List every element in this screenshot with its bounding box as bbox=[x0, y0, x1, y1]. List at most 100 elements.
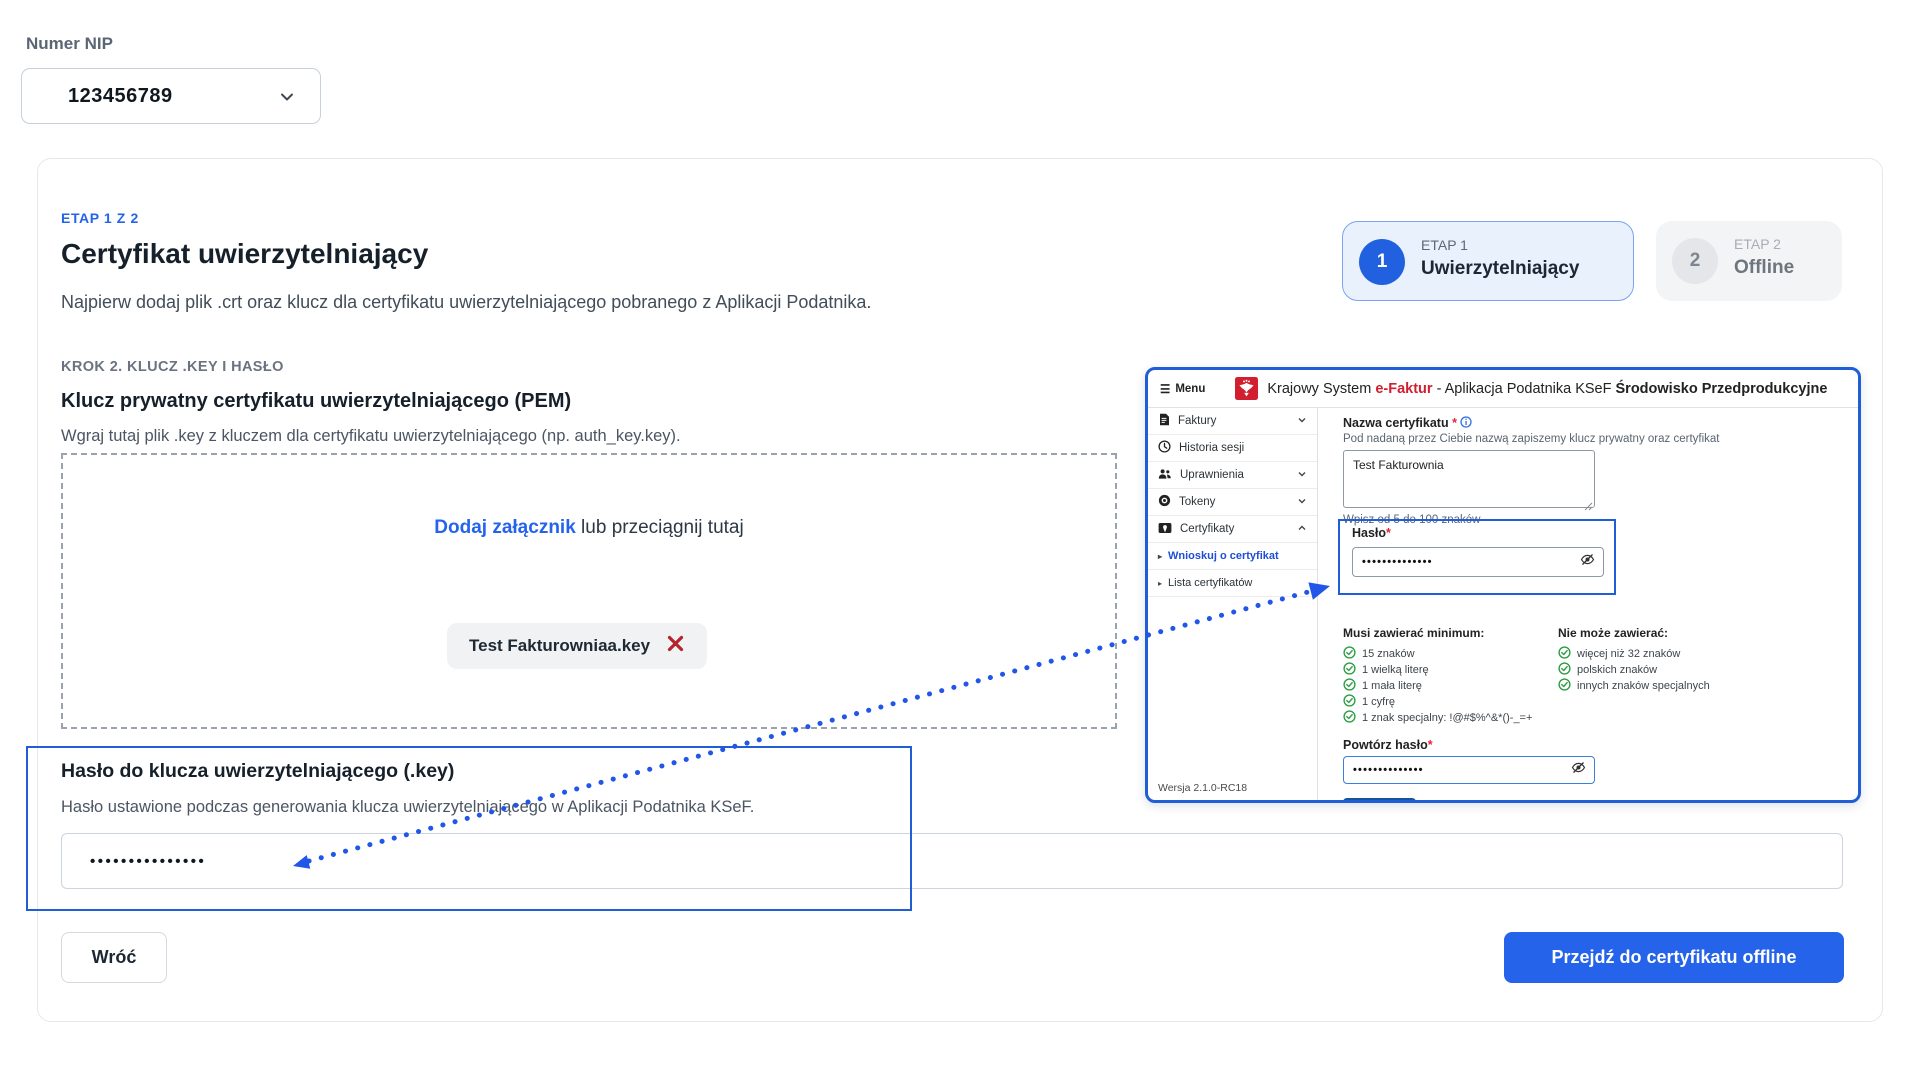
rule-text: innych znaków specjalnych bbox=[1577, 680, 1710, 692]
rule-text: 1 znak specjalny: !@#$%^&*()-_=+ bbox=[1362, 712, 1532, 724]
rule-item: 1 mała literę bbox=[1343, 678, 1532, 694]
remove-file-icon[interactable] bbox=[666, 634, 685, 658]
ksef-app-screenshot: ☰ Menu Krajowy System e-Faktur - Aplikac… bbox=[1145, 367, 1861, 803]
add-attachment-link[interactable]: Dodaj załącznik bbox=[434, 517, 576, 538]
step-2-label: Offline bbox=[1734, 257, 1794, 279]
rule-item: 15 znaków bbox=[1343, 646, 1532, 662]
rule-text: 1 mała literę bbox=[1362, 680, 1422, 692]
dropzone-text: Dodaj załącznik lub przeciągnij tutaj bbox=[63, 517, 1115, 539]
dropzone-rest-text: lub przeciągnij tutaj bbox=[576, 517, 744, 538]
certificate-name-textarea: Test Fakturownia bbox=[1343, 450, 1595, 508]
check-circle-icon bbox=[1343, 662, 1356, 678]
rule-item: polskich znaków bbox=[1558, 662, 1710, 678]
clock-icon bbox=[1158, 440, 1171, 456]
info-icon bbox=[1460, 416, 1472, 430]
password-section-title: Hasło do klucza uwierzytelniającego (.ke… bbox=[61, 760, 454, 783]
ksef-password-value: •••••••••••••• bbox=[1362, 556, 1433, 568]
step-1-label: Uwierzytelniający bbox=[1421, 258, 1579, 280]
password-section-hint: Hasło ustawione podczas generowania kluc… bbox=[61, 798, 754, 817]
chevron-down-icon bbox=[1297, 469, 1307, 482]
sidebar-label: Lista certyfikatów bbox=[1168, 577, 1252, 589]
sidebar-label: Tokeny bbox=[1179, 496, 1215, 508]
ksef-title-brand: e-Faktur bbox=[1375, 381, 1432, 397]
step-2-number: 2 bbox=[1672, 238, 1718, 284]
key-password-value: ••••••••••••••• bbox=[90, 853, 206, 870]
repeat-password-label: Powtórz hasło* bbox=[1343, 738, 1433, 752]
sidebar-label: Certyfikaty bbox=[1180, 523, 1234, 535]
rule-item: 1 cyfrę bbox=[1343, 694, 1532, 710]
chevron-down-icon bbox=[278, 88, 296, 111]
chevron-down-icon bbox=[1297, 496, 1307, 509]
key-password-input[interactable]: ••••••••••••••• bbox=[61, 833, 1843, 889]
password-label: Hasło* bbox=[1352, 526, 1391, 540]
nip-label: Numer NIP bbox=[26, 34, 113, 54]
back-button[interactable]: Wróć bbox=[61, 932, 167, 983]
document-icon bbox=[1158, 413, 1170, 429]
hamburger-menu-icon: ☰ bbox=[1160, 382, 1170, 396]
required-asterisk: * bbox=[1386, 526, 1391, 540]
sidebar-label: Uprawnienia bbox=[1180, 469, 1244, 481]
sidebar-item-wnioskuj-o-certyfikat: ▸ Wnioskuj o certyfikat bbox=[1148, 543, 1317, 570]
label-text: Powtórz hasło bbox=[1343, 738, 1428, 752]
check-circle-icon bbox=[1343, 678, 1356, 694]
sidebar-item-historia-sesji: Historia sesji bbox=[1148, 435, 1317, 462]
nip-select[interactable]: 123456789 bbox=[21, 68, 321, 124]
eye-off-icon bbox=[1580, 553, 1595, 571]
ksef-title-env: Środowisko Przedprodukcyjne bbox=[1616, 381, 1828, 397]
rule-item: 1 znak specjalny: !@#$%^&*()-_=+ bbox=[1343, 710, 1532, 726]
label-text: Hasło bbox=[1352, 526, 1386, 540]
sidebar-label: Faktury bbox=[1178, 415, 1216, 427]
generate-button: Generuj bbox=[1343, 798, 1416, 803]
check-circle-icon bbox=[1343, 646, 1356, 662]
step-heading: KROK 2. KLUCZ .KEY I HASŁO bbox=[61, 359, 284, 375]
check-circle-icon bbox=[1558, 646, 1571, 662]
ksef-title-prefix: Krajowy System bbox=[1267, 381, 1375, 397]
go-to-offline-certificate-button[interactable]: Przejdź do certyfikatu offline bbox=[1504, 932, 1844, 983]
step-2-eyebrow: ETAP 2 bbox=[1734, 236, 1781, 252]
rule-item: 1 wielką literę bbox=[1343, 662, 1532, 678]
key-section-hint: Wgraj tutaj plik .key z kluczem dla cert… bbox=[61, 427, 681, 446]
caret-right-icon: ▸ bbox=[1158, 579, 1162, 588]
uploaded-file-chip: Test Fakturowniaa.key bbox=[447, 623, 707, 669]
rule-item: innych znaków specjalnych bbox=[1558, 678, 1710, 694]
rules-not-title: Nie może zawierać: bbox=[1558, 626, 1668, 640]
polish-eagle-logo bbox=[1235, 377, 1258, 400]
chevron-down-icon bbox=[1297, 415, 1307, 428]
key-section-title: Klucz prywatny certyfikatu uwierzytelnia… bbox=[61, 390, 571, 413]
uploaded-file-name: Test Fakturowniaa.key bbox=[469, 636, 650, 656]
file-dropzone[interactable]: Dodaj załącznik lub przeciągnij tutaj Te… bbox=[61, 453, 1117, 729]
check-circle-icon bbox=[1343, 694, 1356, 710]
people-icon bbox=[1158, 468, 1172, 483]
page-title: Certyfikat uwierzytelniający bbox=[61, 238, 428, 270]
sidebar-item-lista-certyfikatow: ▸ Lista certyfikatów bbox=[1148, 570, 1317, 597]
ksef-app-title: Krajowy System e-Faktur - Aplikacja Poda… bbox=[1267, 381, 1827, 397]
check-circle-icon bbox=[1558, 662, 1571, 678]
check-circle-icon bbox=[1558, 678, 1571, 694]
version-text: Wersja 2.1.0-RC18 bbox=[1158, 782, 1247, 794]
page-subtitle: Najpierw dodaj plik .crt oraz klucz dla … bbox=[61, 292, 871, 313]
label-text: Nazwa certyfikatu bbox=[1343, 416, 1449, 430]
step-1-eyebrow: ETAP 1 bbox=[1421, 237, 1468, 253]
ksef-header: ☰ Menu Krajowy System e-Faktur - Aplikac… bbox=[1148, 370, 1858, 408]
ksef-form-panel: Nazwa certyfikatu * Pod nadaną przez Cie… bbox=[1318, 408, 1858, 800]
stepper-step-1: 1 ETAP 1 Uwierzytelniający bbox=[1342, 221, 1634, 301]
ksef-menu-label: Menu bbox=[1175, 383, 1205, 395]
nip-value: 123456789 bbox=[68, 85, 173, 108]
sidebar-label: Wnioskuj o certyfikat bbox=[1168, 550, 1279, 562]
ksef-password-input: •••••••••••••• bbox=[1352, 547, 1604, 577]
ksef-repeat-password-input: •••••••••••••• bbox=[1343, 756, 1595, 784]
rule-text: 1 cyfrę bbox=[1362, 696, 1395, 708]
eye-off-icon bbox=[1571, 761, 1586, 779]
sidebar-item-tokeny: Tokeny bbox=[1148, 489, 1317, 516]
sidebar-item-faktury: Faktury bbox=[1148, 408, 1317, 435]
rule-item: więcej niż 32 znaków bbox=[1558, 646, 1710, 662]
certificate-name-hint: Pod nadaną przez Ciebie nazwą zapiszemy … bbox=[1343, 433, 1719, 445]
rules-not-list: więcej niż 32 znaków polskich znaków inn… bbox=[1558, 646, 1710, 694]
certificate-name-label: Nazwa certyfikatu * bbox=[1343, 416, 1472, 430]
step-1-number: 1 bbox=[1359, 239, 1405, 285]
required-asterisk: * bbox=[1452, 416, 1457, 430]
stage-eyebrow: ETAP 1 Z 2 bbox=[61, 210, 139, 226]
stepper-step-2: 2 ETAP 2 Offline bbox=[1656, 221, 1842, 301]
ksef-menu-button: ☰ Menu bbox=[1160, 382, 1205, 396]
annotation-box-haslo-field: Hasło* •••••••••••••• bbox=[1338, 519, 1616, 595]
